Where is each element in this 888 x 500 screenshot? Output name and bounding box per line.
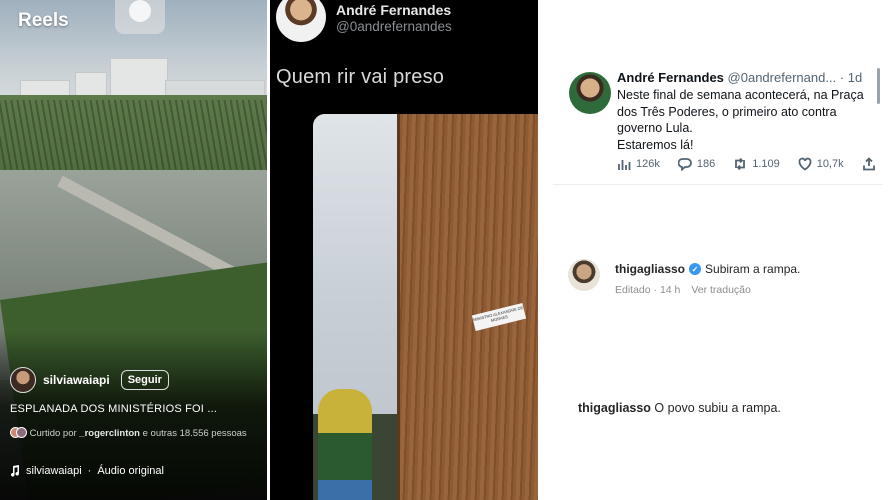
like-icon — [798, 157, 812, 171]
reel-caption[interactable]: ESPLANADA DOS MINISTÉRIOS FOI ... — [10, 403, 217, 415]
like-count: 10,7k — [816, 158, 844, 170]
ministry-building — [110, 58, 168, 98]
comment: thigagliasso ✓ Subiram a rampa. — [615, 262, 800, 276]
likes-summary[interactable]: Curtido por _rogerclinton e outras 18.55… — [10, 427, 260, 440]
reels-panel: Reels silviawaiapi Seguir ESPLANADA DOS … — [0, 0, 267, 500]
likes-user[interactable]: _rogerclinton — [79, 428, 140, 439]
comment: thigagliasso O povo subiu a rampa. — [578, 401, 781, 415]
comment-text: O povo subiu a rampa. — [654, 401, 781, 415]
views-button[interactable]: 126k — [617, 157, 660, 171]
audio-user: silviawaiapi — [26, 465, 82, 477]
avatar[interactable] — [569, 72, 611, 114]
camera-icon[interactable] — [115, 0, 165, 34]
tweet-body-line: Neste final de semana acontecerá, na Pra… — [617, 88, 864, 102]
person-with-flag — [318, 389, 372, 500]
light-tweet-panel: André Fernandes @0andrefernand... · 1d N… — [541, 0, 888, 500]
reply-count: 186 — [696, 158, 716, 170]
tweet-time[interactable]: · 1d — [840, 70, 862, 85]
retweet-icon — [735, 157, 746, 171]
avatar[interactable] — [568, 259, 600, 291]
comment-username[interactable]: thigagliasso — [578, 401, 651, 415]
reply-icon — [677, 158, 692, 171]
tweet-body-line: governo Lula. — [617, 121, 693, 135]
comment-meta: Editado · 14 h Ver tradução — [615, 284, 751, 296]
verified-icon: ✓ — [689, 263, 702, 275]
music-note-icon — [10, 465, 20, 477]
audio-separator: · — [87, 465, 92, 477]
tweet-header: André Fernandes @0andrefernand... · 1d — [617, 70, 862, 85]
scrollbar[interactable] — [877, 68, 880, 104]
reply-button[interactable]: 186 — [677, 157, 716, 171]
views-count: 126k — [636, 158, 660, 170]
tweet-body-line: dos Três Poderes, o primeiro ato contra — [617, 104, 837, 119]
liker-avatar — [16, 427, 27, 438]
views-icon — [618, 160, 631, 170]
tweet-photo[interactable]: MINISTRO ALEXANDRE DE MORAES — [313, 114, 538, 500]
translate-link[interactable]: Ver tradução — [691, 284, 751, 296]
tweet-body-line: Estaremos lá! — [617, 137, 694, 152]
reel-author-row: silviawaiapi Seguir — [10, 367, 169, 393]
audio-label: Áudio original — [97, 465, 164, 477]
tweet-author-handle[interactable]: @0andrefernand... — [728, 70, 837, 85]
reels-title: Reels — [18, 10, 69, 31]
share-icon — [862, 157, 875, 171]
comment-text: Subiram a rampa. — [705, 262, 801, 276]
tweet-actions: 126k 186 1.109 10,7k — [617, 157, 888, 171]
retweet-button[interactable]: 1.109 — [733, 157, 780, 171]
tweet-text: Quem rir vai preso — [276, 66, 445, 88]
likes-suffix: e outras 18.556 pessoas — [142, 428, 247, 439]
tweet-author-name[interactable]: André Fernandes — [617, 70, 724, 85]
comment-edited: Editado · 14 h — [615, 284, 681, 296]
divider — [553, 184, 883, 185]
like-button[interactable]: 10,7k — [798, 157, 844, 171]
follow-button[interactable]: Seguir — [120, 370, 169, 390]
avatar[interactable] — [276, 0, 326, 42]
tweet-author-handle[interactable]: @0andrefernandes — [336, 19, 452, 34]
crowd-texture — [0, 100, 267, 180]
tweet-body: Neste final de semana acontecerá, na Pra… — [617, 87, 867, 153]
audio-row[interactable]: silviawaiapi · Áudio original — [10, 465, 164, 477]
comment-username[interactable]: thigagliasso — [615, 262, 685, 276]
dark-tweet-panel: André Fernandes @0andrefernandes Quem ri… — [270, 0, 538, 500]
reel-username[interactable]: silviawaiapi — [43, 373, 110, 387]
avatar[interactable] — [10, 367, 36, 393]
tweet-author-name[interactable]: André Fernandes — [336, 2, 451, 18]
retweet-count: 1.109 — [752, 158, 780, 170]
share-button[interactable] — [862, 157, 876, 171]
likes-prefix: Curtido por — [29, 428, 77, 439]
